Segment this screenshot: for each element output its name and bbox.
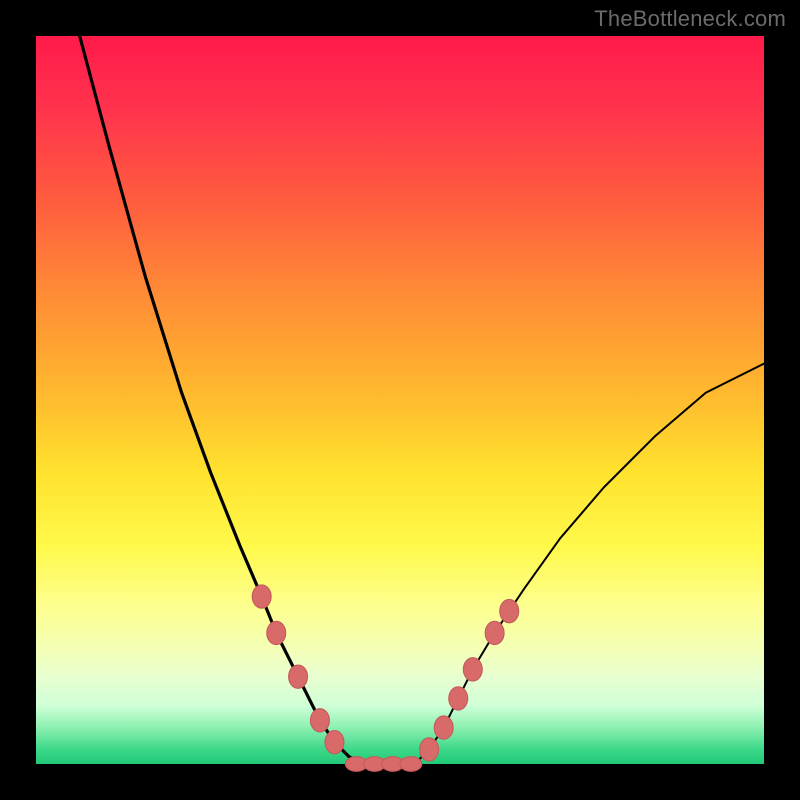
marker-group bbox=[252, 585, 518, 771]
watermark-text: TheBottleneck.com bbox=[594, 6, 786, 32]
curve-group bbox=[80, 36, 764, 764]
chart-svg bbox=[36, 36, 764, 764]
